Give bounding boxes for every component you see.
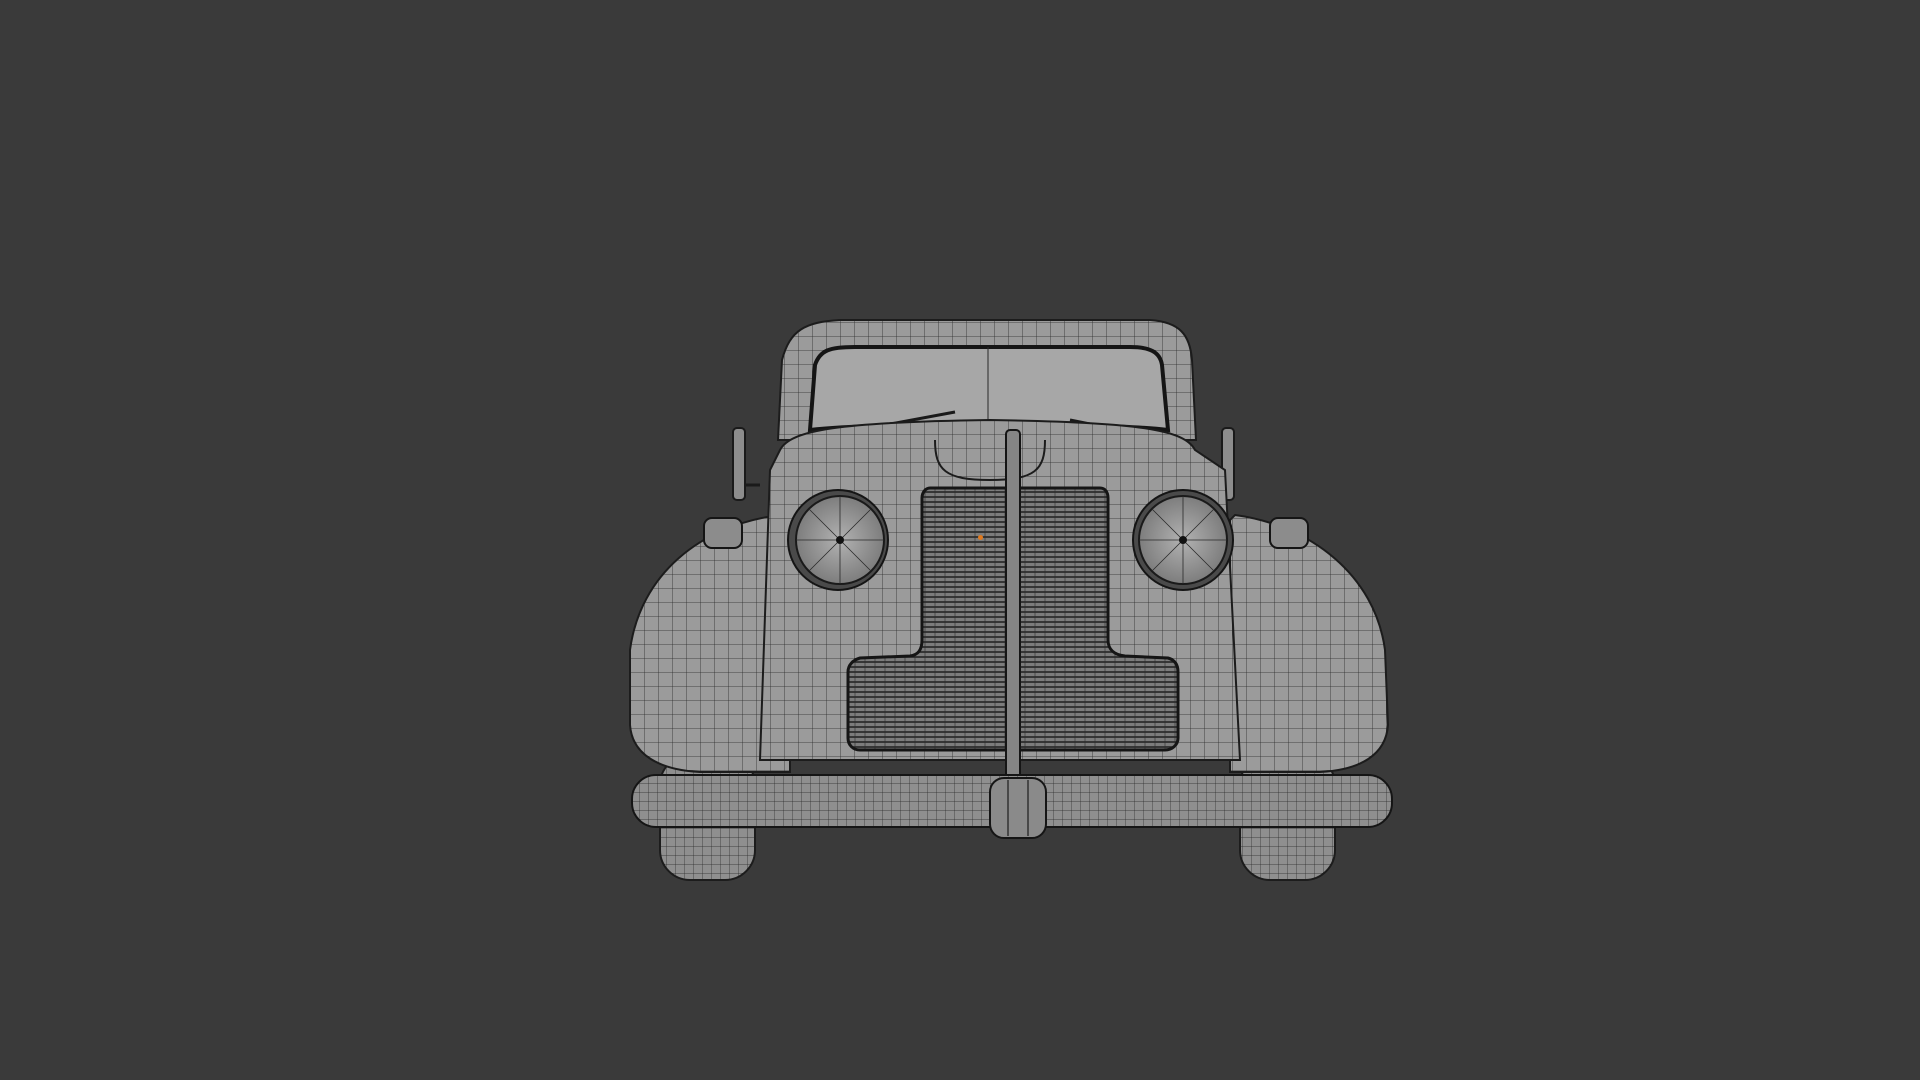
center-strip [1005,429,1021,786]
left-headlight [787,489,889,591]
right-parking-light [1269,517,1309,549]
right-fender [1229,513,1390,773]
object-origin-marker [978,535,983,540]
3d-viewport[interactable] [0,0,1920,1080]
left-parking-light [703,517,743,549]
left-mirror [732,427,760,501]
right-headlight [1132,489,1234,591]
windshield [807,345,1171,433]
car-model[interactable] [0,0,1920,1080]
